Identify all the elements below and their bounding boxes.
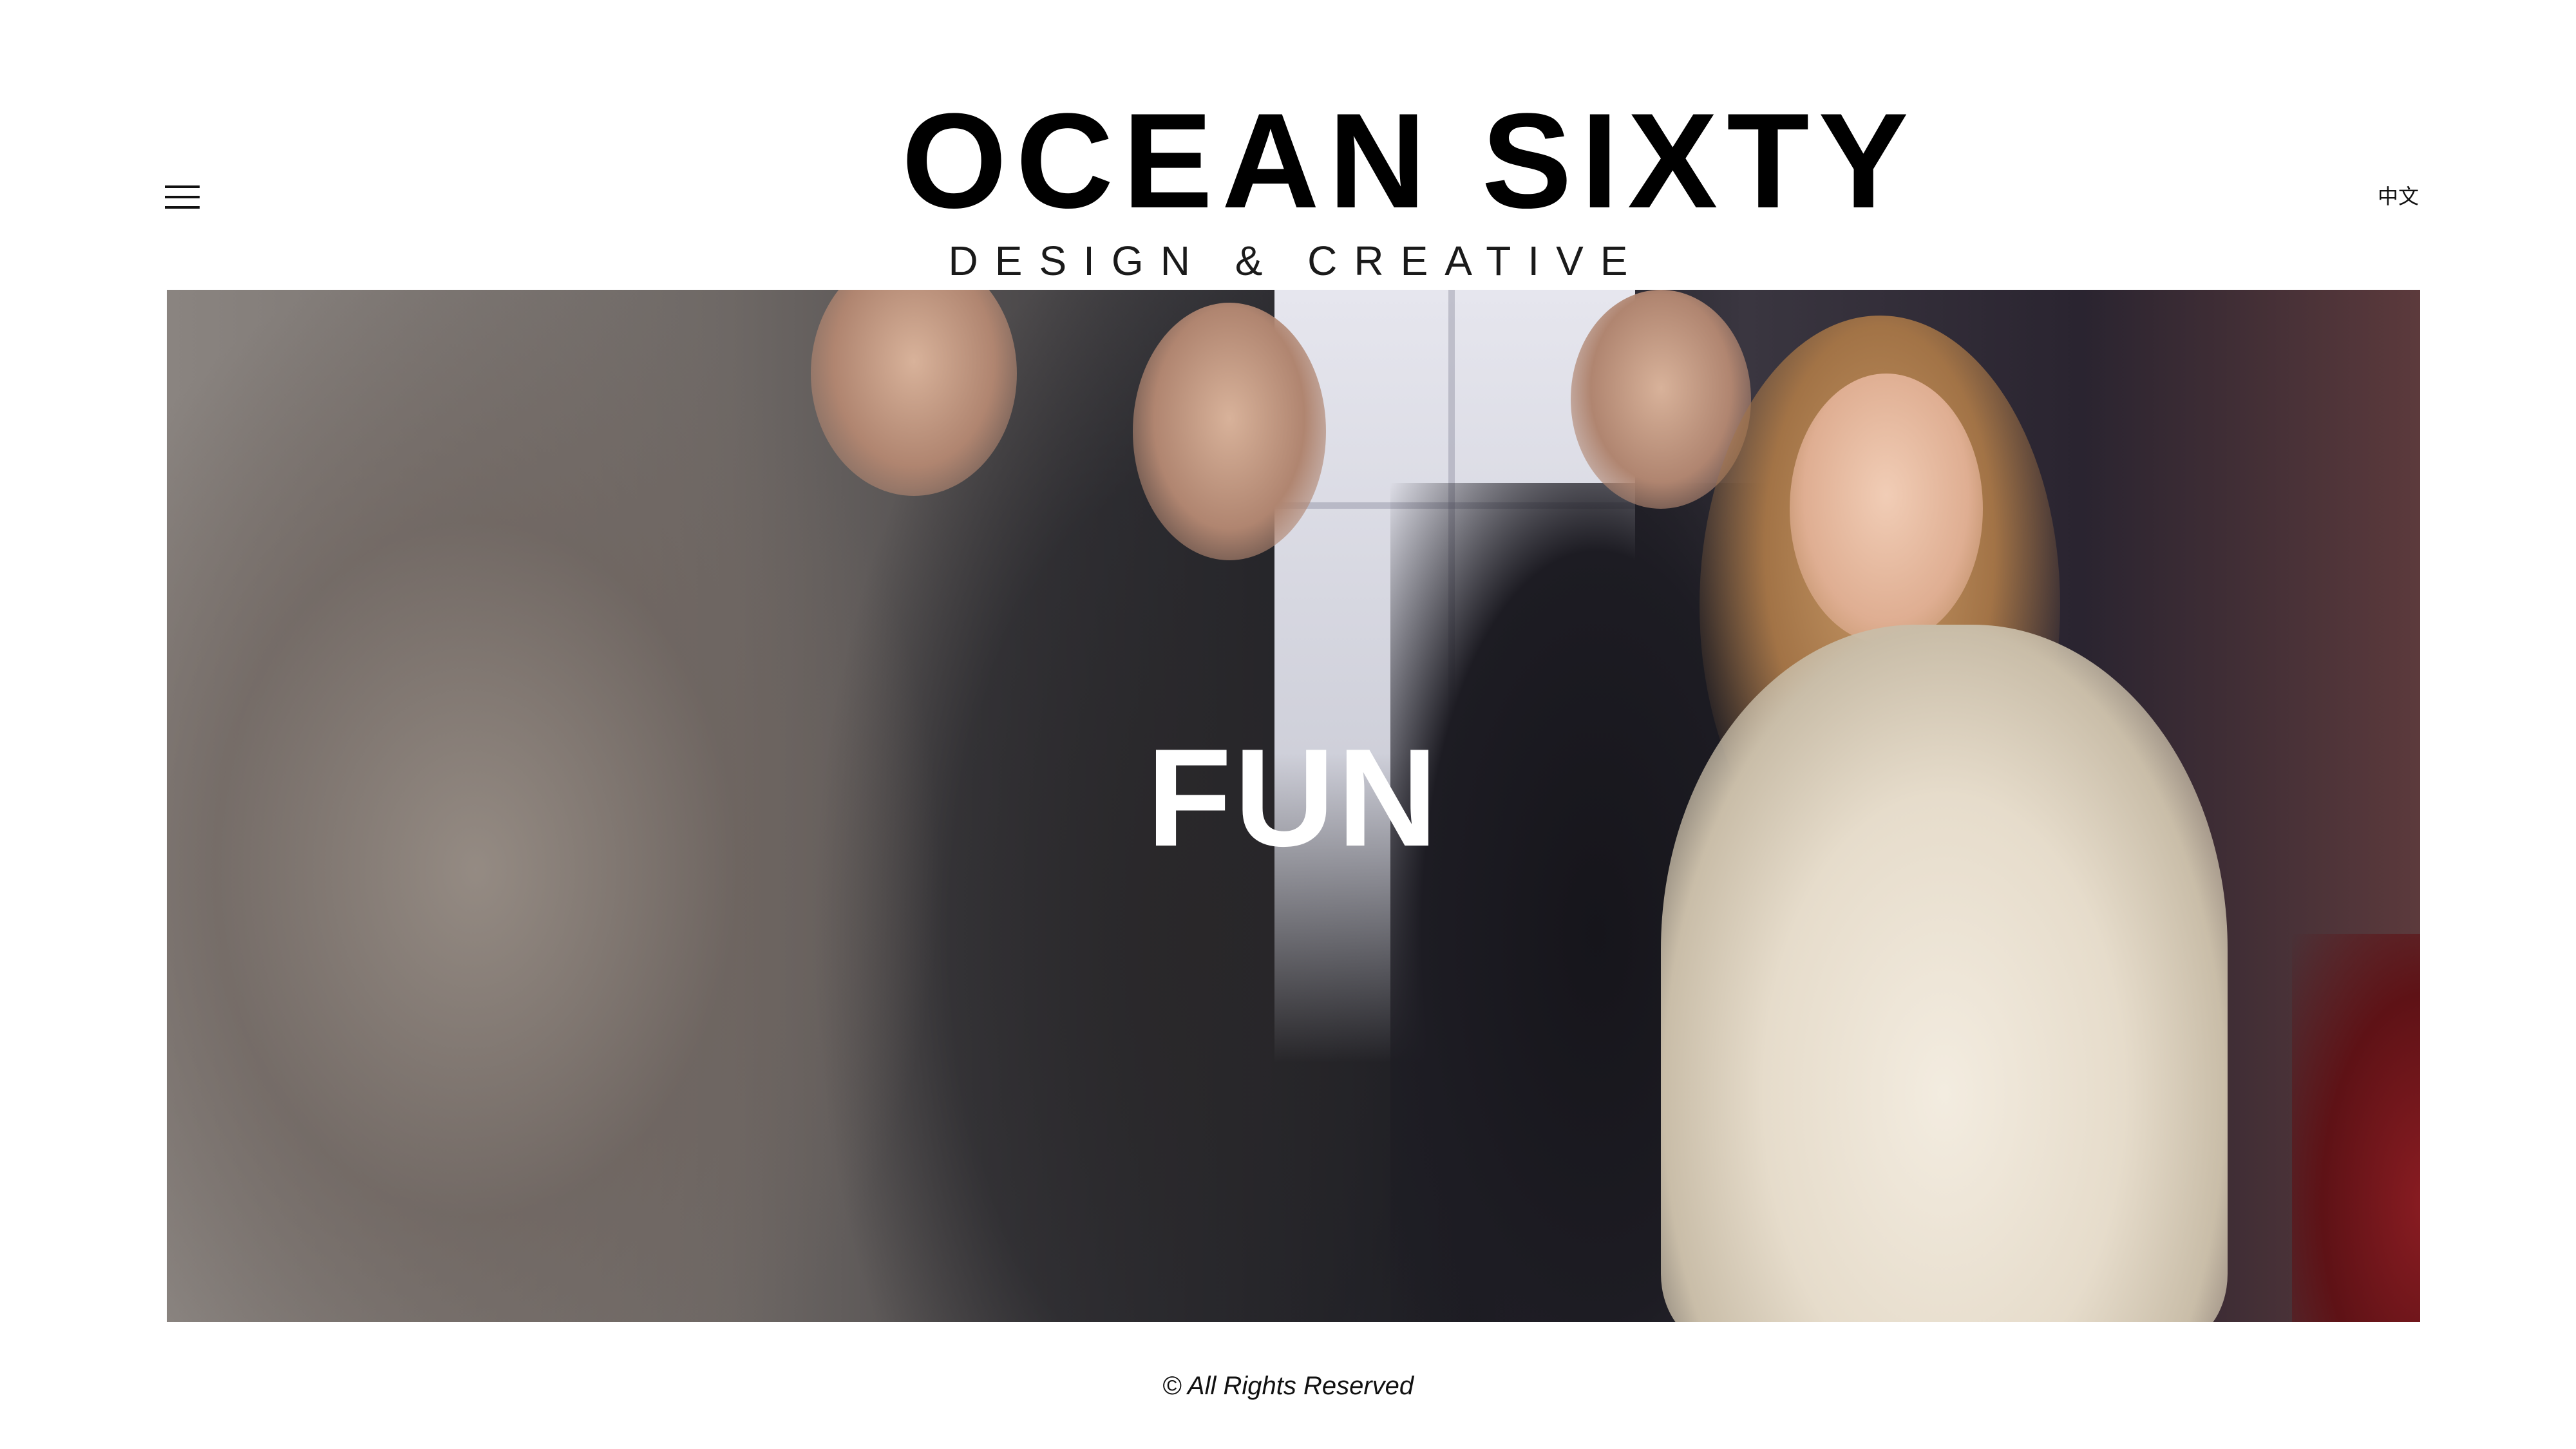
background-person-face [1133,303,1326,560]
footer-copyright: © All Rights Reserved [1162,1372,1414,1400]
logo-subtitle: DESIGN & CREATIVE [948,238,1645,284]
site-logo[interactable]: OCEAN SIXTY DESIGN & CREATIVE [902,85,1918,284]
hero-image: FUN [167,290,2420,1322]
hero-headline: FUN [1146,719,1441,875]
hamburger-menu-icon [165,185,200,188]
language-switch-link[interactable]: 中文 [2378,180,2419,210]
hamburger-menu-icon-line [165,196,200,198]
menu-button[interactable] [165,183,206,211]
hamburger-menu-icon-line [165,206,200,209]
background-person-face [811,290,1017,496]
red-dress [2292,934,2420,1322]
woman-face [1790,374,1983,644]
logo-title: OCEAN SIXTY [902,85,1918,236]
